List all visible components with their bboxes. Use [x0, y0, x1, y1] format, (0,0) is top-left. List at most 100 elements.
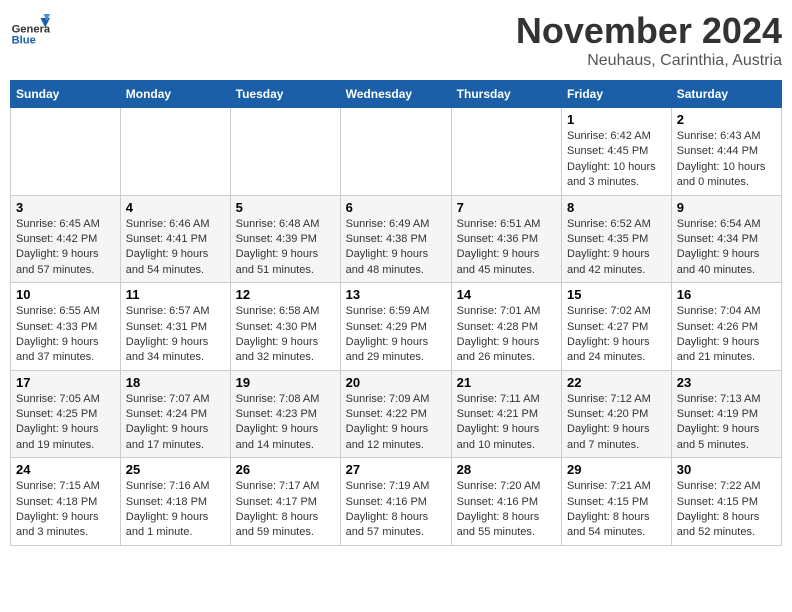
day-number: 23 — [677, 375, 776, 390]
calendar-week-row: 10 Sunrise: 6:55 AM Sunset: 4:33 PM Dayli… — [11, 283, 782, 371]
table-row: 30 Sunrise: 7:22 AM Sunset: 4:15 PM Dayli… — [671, 458, 781, 546]
day-info: Sunrise: 6:43 AM Sunset: 4:44 PM Dayligh… — [677, 129, 776, 191]
day-number: 20 — [346, 375, 446, 390]
day-info: Sunrise: 7:16 AM Sunset: 4:18 PM Dayligh… — [126, 479, 225, 541]
table-row: 22 Sunrise: 7:12 AM Sunset: 4:20 PM Dayli… — [562, 370, 672, 458]
day-number: 2 — [677, 112, 776, 127]
day-info: Sunrise: 7:22 AM Sunset: 4:15 PM Dayligh… — [677, 479, 776, 541]
header-friday: Friday — [562, 81, 672, 108]
header-wednesday: Wednesday — [340, 81, 451, 108]
table-row: 23 Sunrise: 7:13 AM Sunset: 4:19 PM Dayli… — [671, 370, 781, 458]
header-thursday: Thursday — [451, 81, 561, 108]
day-info: Sunrise: 6:57 AM Sunset: 4:31 PM Dayligh… — [126, 304, 225, 366]
day-info: Sunrise: 7:11 AM Sunset: 4:21 PM Dayligh… — [457, 392, 556, 454]
day-number: 9 — [677, 200, 776, 215]
calendar-week-row: 24 Sunrise: 7:15 AM Sunset: 4:18 PM Dayli… — [11, 458, 782, 546]
calendar-week-row: 1 Sunrise: 6:42 AM Sunset: 4:45 PM Daylig… — [11, 108, 782, 196]
table-row: 2 Sunrise: 6:43 AM Sunset: 4:44 PM Daylig… — [671, 108, 781, 196]
day-number: 11 — [126, 287, 225, 302]
table-row: 3 Sunrise: 6:45 AM Sunset: 4:42 PM Daylig… — [11, 195, 121, 283]
day-info: Sunrise: 6:52 AM Sunset: 4:35 PM Dayligh… — [567, 217, 666, 279]
table-row: 20 Sunrise: 7:09 AM Sunset: 4:22 PM Dayli… — [340, 370, 451, 458]
calendar-week-row: 17 Sunrise: 7:05 AM Sunset: 4:25 PM Dayli… — [11, 370, 782, 458]
table-row: 15 Sunrise: 7:02 AM Sunset: 4:27 PM Dayli… — [562, 283, 672, 371]
table-row: 12Sunrise: 6:58 AM Sunset: 4:30 PM Dayli… — [230, 283, 340, 371]
calendar-header-row: Sunday Monday Tuesday Wednesday Thursday… — [11, 81, 782, 108]
calendar-table: Sunday Monday Tuesday Wednesday Thursday… — [10, 80, 782, 546]
day-number: 5 — [236, 200, 335, 215]
day-number: 24 — [16, 462, 115, 477]
svg-text:Blue: Blue — [12, 35, 36, 47]
logo-icon: General Blue — [10, 10, 50, 50]
table-row — [120, 108, 230, 196]
table-row: 19Sunrise: 7:08 AM Sunset: 4:23 PM Dayli… — [230, 370, 340, 458]
day-number: 22 — [567, 375, 666, 390]
table-row: 13 Sunrise: 6:59 AM Sunset: 4:29 PM Dayli… — [340, 283, 451, 371]
day-info: Sunrise: 7:21 AM Sunset: 4:15 PM Dayligh… — [567, 479, 666, 541]
day-number: 21 — [457, 375, 556, 390]
day-info: Sunrise: 6:51 AM Sunset: 4:36 PM Dayligh… — [457, 217, 556, 279]
day-info: Sunrise: 6:55 AM Sunset: 4:33 PM Dayligh… — [16, 304, 115, 366]
table-row: 4 Sunrise: 6:46 AM Sunset: 4:41 PM Daylig… — [120, 195, 230, 283]
table-row: 7 Sunrise: 6:51 AM Sunset: 4:36 PM Daylig… — [451, 195, 561, 283]
day-info: Sunrise: 7:15 AM Sunset: 4:18 PM Dayligh… — [16, 479, 115, 541]
header-sunday: Sunday — [11, 81, 121, 108]
day-number: 17 — [16, 375, 115, 390]
table-row: 5Sunrise: 6:48 AM Sunset: 4:39 PM Daylig… — [230, 195, 340, 283]
day-info: Sunrise: 7:02 AM Sunset: 4:27 PM Dayligh… — [567, 304, 666, 366]
table-row: 18Sunrise: 7:07 AM Sunset: 4:24 PM Dayli… — [120, 370, 230, 458]
table-row: 8 Sunrise: 6:52 AM Sunset: 4:35 PM Daylig… — [562, 195, 672, 283]
title-area: November 2024 Neuhaus, Carinthia, Austri… — [516, 10, 782, 70]
day-number: 30 — [677, 462, 776, 477]
table-row: 11 Sunrise: 6:57 AM Sunset: 4:31 PM Dayli… — [120, 283, 230, 371]
day-info: Sunrise: 6:42 AM Sunset: 4:45 PM Dayligh… — [567, 129, 666, 191]
day-info: Sunrise: 7:07 AM Sunset: 4:24 PM Dayligh… — [126, 392, 225, 454]
table-row: 27Sunrise: 7:19 AM Sunset: 4:16 PM Dayli… — [340, 458, 451, 546]
day-info: Sunrise: 6:49 AM Sunset: 4:38 PM Dayligh… — [346, 217, 446, 279]
day-number: 12 — [236, 287, 335, 302]
day-info: Sunrise: 7:05 AM Sunset: 4:25 PM Dayligh… — [16, 392, 115, 454]
table-row: 1 Sunrise: 6:42 AM Sunset: 4:45 PM Daylig… — [562, 108, 672, 196]
day-info: Sunrise: 6:59 AM Sunset: 4:29 PM Dayligh… — [346, 304, 446, 366]
day-number: 26 — [236, 462, 335, 477]
day-number: 19 — [236, 375, 335, 390]
table-row: 9 Sunrise: 6:54 AM Sunset: 4:34 PM Daylig… — [671, 195, 781, 283]
day-number: 16 — [677, 287, 776, 302]
day-info: Sunrise: 7:13 AM Sunset: 4:19 PM Dayligh… — [677, 392, 776, 454]
location-subtitle: Neuhaus, Carinthia, Austria — [516, 52, 782, 70]
day-number: 1 — [567, 112, 666, 127]
day-info: Sunrise: 7:19 AM Sunset: 4:16 PM Dayligh… — [346, 479, 446, 541]
table-row: 16 Sunrise: 7:04 AM Sunset: 4:26 PM Dayli… — [671, 283, 781, 371]
header-saturday: Saturday — [671, 81, 781, 108]
day-number: 14 — [457, 287, 556, 302]
day-number: 25 — [126, 462, 225, 477]
day-number: 15 — [567, 287, 666, 302]
day-number: 29 — [567, 462, 666, 477]
day-info: Sunrise: 7:17 AM Sunset: 4:17 PM Dayligh… — [236, 479, 335, 541]
table-row — [451, 108, 561, 196]
day-info: Sunrise: 6:54 AM Sunset: 4:34 PM Dayligh… — [677, 217, 776, 279]
table-row — [340, 108, 451, 196]
table-row: 28Sunrise: 7:20 AM Sunset: 4:16 PM Dayli… — [451, 458, 561, 546]
day-number: 10 — [16, 287, 115, 302]
calendar-week-row: 3 Sunrise: 6:45 AM Sunset: 4:42 PM Daylig… — [11, 195, 782, 283]
page-header: General Blue November 2024 Neuhaus, Cari… — [10, 10, 782, 70]
month-title: November 2024 — [516, 10, 782, 52]
day-info: Sunrise: 7:12 AM Sunset: 4:20 PM Dayligh… — [567, 392, 666, 454]
day-number: 6 — [346, 200, 446, 215]
table-row: 25 Sunrise: 7:16 AM Sunset: 4:18 PM Dayli… — [120, 458, 230, 546]
day-info: Sunrise: 7:04 AM Sunset: 4:26 PM Dayligh… — [677, 304, 776, 366]
header-monday: Monday — [120, 81, 230, 108]
day-number: 13 — [346, 287, 446, 302]
table-row: 26 Sunrise: 7:17 AM Sunset: 4:17 PM Dayli… — [230, 458, 340, 546]
logo: General Blue — [10, 10, 50, 50]
table-row: 17 Sunrise: 7:05 AM Sunset: 4:25 PM Dayli… — [11, 370, 121, 458]
day-info: Sunrise: 6:46 AM Sunset: 4:41 PM Dayligh… — [126, 217, 225, 279]
day-number: 3 — [16, 200, 115, 215]
day-info: Sunrise: 6:45 AM Sunset: 4:42 PM Dayligh… — [16, 217, 115, 279]
day-number: 7 — [457, 200, 556, 215]
day-info: Sunrise: 7:09 AM Sunset: 4:22 PM Dayligh… — [346, 392, 446, 454]
table-row — [11, 108, 121, 196]
day-number: 8 — [567, 200, 666, 215]
day-number: 4 — [126, 200, 225, 215]
